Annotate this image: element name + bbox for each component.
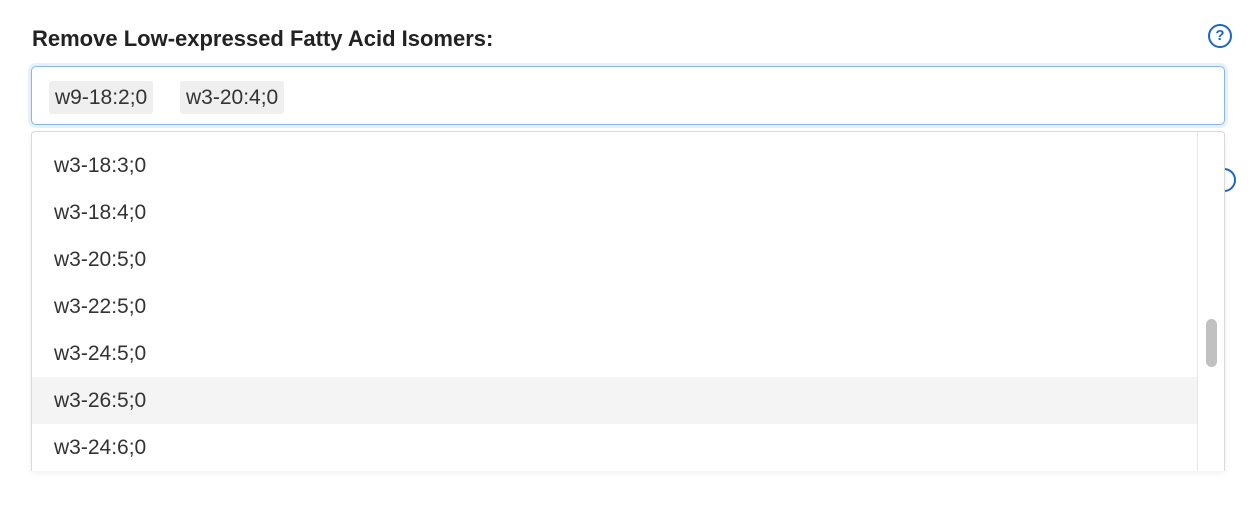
selected-tag[interactable]: w3-20:4;0 [180, 81, 285, 114]
dropdown-option[interactable]: w3-20:5;0 [32, 236, 1198, 283]
dropdown-option[interactable]: w3-22:5;0 [32, 283, 1198, 330]
dropdown-option[interactable]: w3-24:6;0 [32, 424, 1198, 471]
field-label: Remove Low-expressed Fatty Acid Isomers: [32, 26, 494, 51]
scrollbar-thumb[interactable] [1206, 319, 1217, 367]
dropdown-option[interactable]: w3-18:4;0 [32, 189, 1198, 236]
help-icon[interactable]: ? [1208, 24, 1232, 48]
dropdown-option-highlighted[interactable]: w3-26:5;0 [32, 377, 1198, 424]
scrollbar[interactable] [1197, 132, 1224, 471]
multi-select-input[interactable]: w9-18:2;0 w3-20:4;0 [31, 66, 1225, 125]
dropdown-option[interactable]: w3-18:3;0 [32, 142, 1198, 189]
selected-tag[interactable]: w9-18:2;0 [49, 81, 154, 114]
dropdown-menu: w3-18:3;0 w3-18:4;0 w3-20:5;0 w3-22:5;0 … [31, 131, 1225, 471]
dropdown-option[interactable]: w3-24:5;0 [32, 330, 1198, 377]
